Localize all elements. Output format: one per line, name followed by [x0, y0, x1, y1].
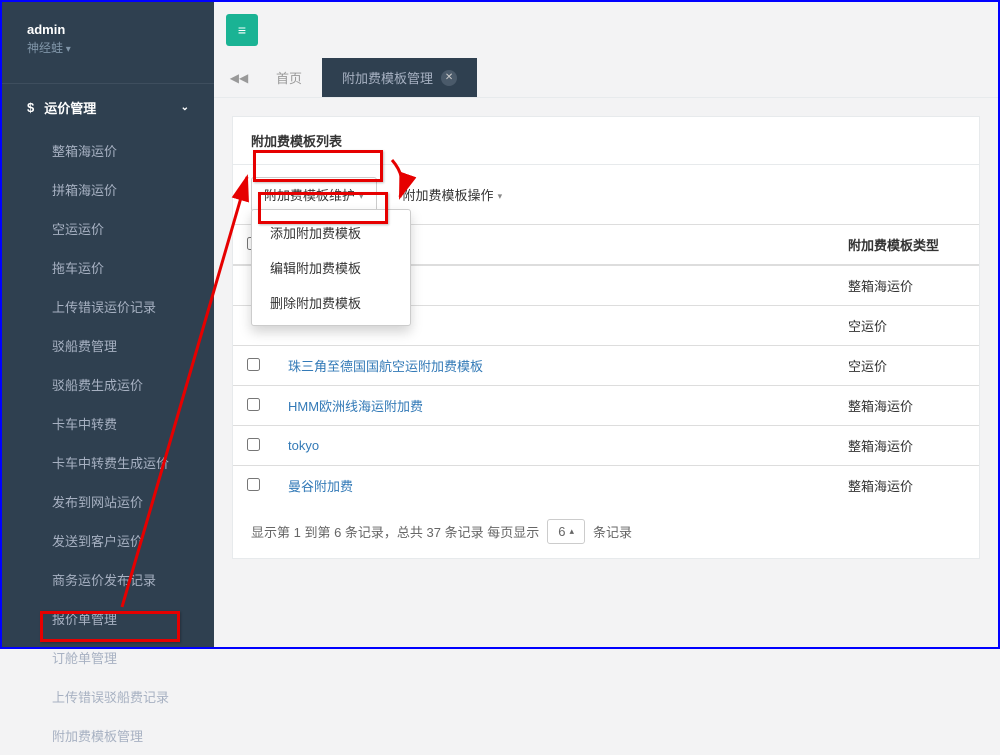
panel: 附加费模板列表 附加费模板维护 附加费模板操作 添加附加费模板 编辑附加费模板 …	[232, 116, 980, 559]
row-checkbox[interactable]	[247, 398, 260, 411]
tab-label: 首页	[276, 68, 302, 87]
content: 附加费模板列表 附加费模板维护 附加费模板操作 添加附加费模板 编辑附加费模板 …	[214, 98, 998, 577]
pagination: 显示第 1 到第 6 条记录，总共 37 条记录 每页显示 6 条记录	[233, 505, 979, 558]
dropdown-item-add[interactable]: 添加附加费模板	[252, 215, 410, 250]
sidebar-item[interactable]: 发送到客户运价	[2, 521, 214, 560]
row-checkbox[interactable]	[247, 358, 260, 371]
sidebar-item[interactable]: 卡车中转费	[2, 404, 214, 443]
template-link[interactable]: tokyo	[288, 438, 319, 453]
page-size-dropdown[interactable]: 6	[547, 519, 585, 544]
button-label: 附加费模板维护	[264, 185, 355, 204]
tab-home[interactable]: 首页	[256, 58, 322, 97]
user-dropdown[interactable]: 神经蛙	[27, 39, 189, 56]
cell-type: 空运价	[834, 306, 979, 346]
dollar-icon: $	[27, 100, 34, 115]
cell-checkbox	[233, 346, 274, 386]
cell-type: 整箱海运价	[834, 386, 979, 426]
cell-type: 整箱海运价	[834, 426, 979, 466]
panel-title: 附加费模板列表	[233, 117, 979, 165]
cell-checkbox	[233, 466, 274, 506]
row-checkbox[interactable]	[247, 438, 260, 451]
pagination-text: 显示第 1 到第 6 条记录，总共 37 条记录 每页显示	[251, 522, 539, 541]
topbar: ≡	[214, 2, 998, 58]
cell-checkbox	[233, 386, 274, 426]
table-row: tokyo 整箱海运价	[233, 426, 979, 466]
menu-items: 整箱海运价 拼箱海运价 空运运价 拖车运价 上传错误运价记录 驳船费管理 驳船费…	[2, 131, 214, 755]
template-link[interactable]: 曼谷附加费	[288, 479, 353, 494]
tab-prev-button[interactable]: ◀◀	[222, 58, 256, 97]
template-link[interactable]: 珠三角至德国国航空运附加费模板	[288, 359, 483, 374]
cell-name: tokyo	[274, 426, 834, 466]
sidebar-header: admin 神经蛙	[2, 2, 214, 68]
maintain-dropdown-menu: 添加附加费模板 编辑附加费模板 删除附加费模板	[251, 209, 411, 326]
menu-title-freight[interactable]: $ 运价管理 ⌄	[2, 84, 214, 131]
dropdown-item-edit[interactable]: 编辑附加费模板	[252, 250, 410, 285]
sidebar-item[interactable]: 附加费模板管理	[2, 716, 214, 755]
hamburger-button[interactable]: ≡	[226, 14, 258, 46]
cell-name: HMM欧洲线海运附加费	[274, 386, 834, 426]
cell-checkbox	[233, 426, 274, 466]
template-link[interactable]: HMM欧洲线海运附加费	[288, 399, 423, 414]
table-row: 曼谷附加费 整箱海运价	[233, 466, 979, 506]
sidebar: admin 神经蛙 $ 运价管理 ⌄ 整箱海运价 拼箱海运价 空运运价 拖车运价…	[2, 2, 214, 647]
sidebar-item[interactable]: 拼箱海运价	[2, 170, 214, 209]
caret-down-icon	[355, 187, 364, 202]
sidebar-item[interactable]: 商务运价发布记录	[2, 560, 214, 599]
main: ≡ ◀◀ 首页 附加费模板管理 ✕ 附加费模板列表 附加费模板维护 附加费模板操…	[214, 2, 998, 647]
col-type: 附加费模板类型	[834, 225, 979, 266]
admin-label: admin	[27, 22, 189, 37]
pagination-suffix: 条记录	[593, 522, 632, 541]
sidebar-item[interactable]: 报价单管理	[2, 599, 214, 638]
cell-type: 整箱海运价	[834, 466, 979, 506]
toolbar: 附加费模板维护 附加费模板操作 添加附加费模板 编辑附加费模板 删除附加费模板	[233, 165, 979, 224]
operate-dropdown-button[interactable]: 附加费模板操作	[391, 178, 515, 211]
table-row: 珠三角至德国国航空运附加费模板 空运价	[233, 346, 979, 386]
chevron-down-icon: ⌄	[181, 102, 189, 113]
cell-name: 曼谷附加费	[274, 466, 834, 506]
cell-type: 整箱海运价	[834, 265, 979, 306]
table-row: HMM欧洲线海运附加费 整箱海运价	[233, 386, 979, 426]
sidebar-item[interactable]: 上传错误驳船费记录	[2, 677, 214, 716]
close-icon[interactable]: ✕	[441, 70, 457, 86]
sidebar-item[interactable]: 整箱海运价	[2, 131, 214, 170]
sidebar-item[interactable]: 拖车运价	[2, 248, 214, 287]
button-label: 附加费模板操作	[403, 185, 494, 204]
cell-type: 空运价	[834, 346, 979, 386]
tab-label: 附加费模板管理	[342, 68, 433, 87]
sidebar-item[interactable]: 发布到网站运价	[2, 482, 214, 521]
sidebar-item[interactable]: 上传错误运价记录	[2, 287, 214, 326]
menu-title-label: 运价管理	[44, 98, 96, 117]
row-checkbox[interactable]	[247, 478, 260, 491]
hamburger-icon: ≡	[238, 22, 246, 38]
caret-down-icon	[494, 187, 503, 202]
sidebar-item[interactable]: 卡车中转费生成运价	[2, 443, 214, 482]
menu-section: $ 运价管理 ⌄ 整箱海运价 拼箱海运价 空运运价 拖车运价 上传错误运价记录 …	[2, 83, 214, 755]
cell-name: 珠三角至德国国航空运附加费模板	[274, 346, 834, 386]
dropdown-item-delete[interactable]: 删除附加费模板	[252, 285, 410, 320]
maintain-dropdown-button[interactable]: 附加费模板维护	[251, 177, 377, 212]
sidebar-item[interactable]: 驳船费管理	[2, 326, 214, 365]
tabs: ◀◀ 首页 附加费模板管理 ✕	[214, 58, 998, 98]
sidebar-item[interactable]: 空运运价	[2, 209, 214, 248]
sidebar-item[interactable]: 订舱单管理	[2, 638, 214, 677]
sidebar-item[interactable]: 驳船费生成运价	[2, 365, 214, 404]
tab-surcharge-template[interactable]: 附加费模板管理 ✕	[322, 58, 477, 97]
